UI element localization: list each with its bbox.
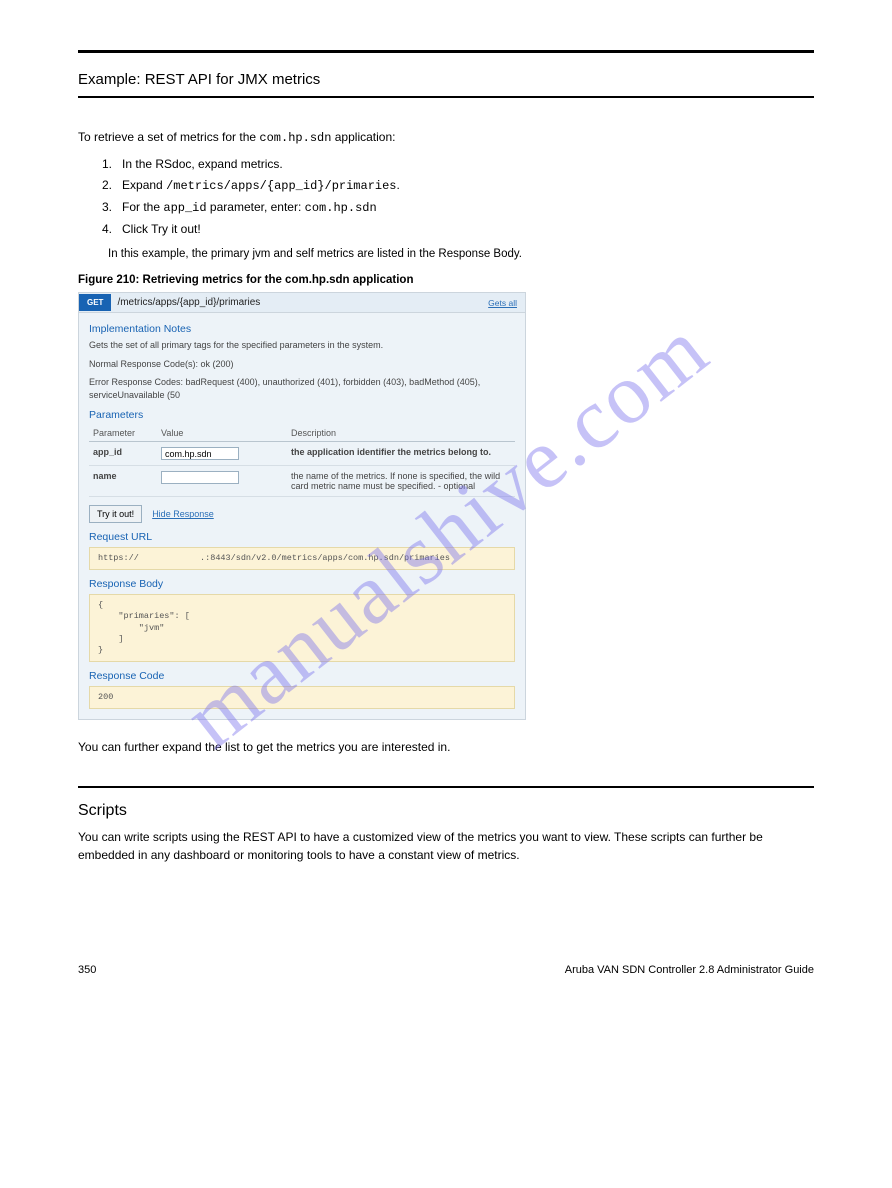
response-code-heading: Response Code bbox=[89, 670, 515, 682]
col-description: Description bbox=[287, 425, 515, 442]
try-it-out-button[interactable]: Try it out! bbox=[89, 505, 142, 523]
response-body-block: { "primaries": [ "jvm" ] } bbox=[89, 594, 515, 661]
figure-label: Figure 210: Retrieving metrics for the c… bbox=[78, 274, 814, 286]
http-method-badge: GET bbox=[79, 294, 111, 311]
response-body-heading: Response Body bbox=[89, 578, 515, 590]
top-rule-1 bbox=[78, 50, 814, 53]
step-4: 4.Click Try it out! bbox=[102, 220, 814, 238]
table-row: app_id the application identifier the me… bbox=[89, 442, 515, 466]
col-value: Value bbox=[157, 425, 287, 442]
step-3: 3.For the app_id parameter, enter: com.h… bbox=[102, 198, 814, 217]
step-2: 2.Expand /metrics/apps/{app_id}/primarie… bbox=[102, 176, 814, 195]
param-name-appid: app_id bbox=[89, 442, 157, 466]
top-rule-2 bbox=[78, 96, 814, 98]
gets-all-link[interactable]: Gets all bbox=[488, 298, 525, 308]
impl-desc-3: Error Response Codes: badRequest (400), … bbox=[89, 376, 515, 401]
parameters-table: Parameter Value Description app_id the a… bbox=[89, 425, 515, 497]
param-desc-appid: the application identifier the metrics b… bbox=[287, 442, 515, 466]
request-url-heading: Request URL bbox=[89, 531, 515, 543]
name-input[interactable] bbox=[161, 471, 239, 484]
response-code-block: 200 bbox=[89, 686, 515, 709]
page-footer: 350 Aruba VAN SDN Controller 2.8 Adminis… bbox=[78, 964, 814, 976]
step-note: In this example, the primary jvm and sel… bbox=[108, 248, 814, 260]
step-1: 1.In the RSdoc, expand metrics. bbox=[102, 155, 814, 173]
api-header-row: GET /metrics/apps/{app_id}/primaries Get… bbox=[79, 293, 525, 313]
intro-line: To retrieve a set of metrics for the com… bbox=[78, 128, 814, 147]
table-row: name the name of the metrics. If none is… bbox=[89, 466, 515, 497]
section-title: Example: REST API for JMX metrics bbox=[78, 71, 814, 88]
scripts-heading: Scripts bbox=[78, 802, 814, 820]
doc-title-footer: Aruba VAN SDN Controller 2.8 Administrat… bbox=[565, 964, 814, 976]
section-divider bbox=[78, 786, 814, 788]
api-panel: GET /metrics/apps/{app_id}/primaries Get… bbox=[78, 292, 526, 720]
param-desc-name: the name of the metrics. If none is spec… bbox=[287, 466, 515, 497]
request-url-block: https:// .:8443/sdn/v2.0/metrics/apps/co… bbox=[89, 547, 515, 570]
impl-desc-1: Gets the set of all primary tags for the… bbox=[89, 339, 515, 352]
page-number: 350 bbox=[78, 964, 96, 976]
app-id-input[interactable] bbox=[161, 447, 239, 460]
implementation-notes-heading: Implementation Notes bbox=[89, 323, 515, 335]
hide-response-link[interactable]: Hide Response bbox=[152, 509, 214, 519]
col-parameter: Parameter bbox=[89, 425, 157, 442]
param-name-name: name bbox=[89, 466, 157, 497]
scripts-body: You can write scripts using the REST API… bbox=[78, 828, 814, 864]
impl-desc-2: Normal Response Code(s): ok (200) bbox=[89, 358, 515, 371]
after-figure-text: You can further expand the list to get t… bbox=[78, 738, 814, 756]
endpoint-path: /metrics/apps/{app_id}/primaries bbox=[111, 297, 488, 308]
parameters-heading: Parameters bbox=[89, 409, 515, 421]
